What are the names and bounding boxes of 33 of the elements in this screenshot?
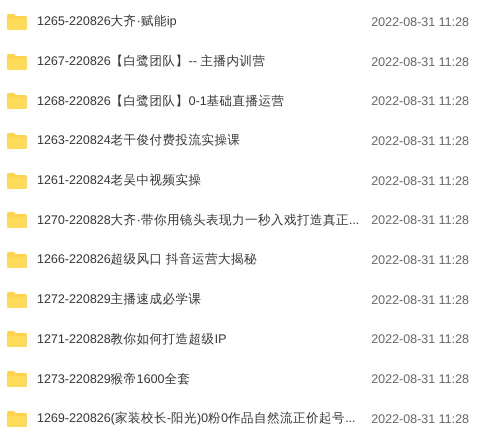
folder-icon [7, 14, 27, 30]
folder-icon [7, 172, 27, 189]
modified-date: 2022-08-31 11:28 [371, 292, 469, 307]
folder-icon [7, 54, 27, 70]
folder-icon [7, 292, 27, 308]
folder-name[interactable]: 1261-220824老吴中视频实操 [37, 172, 364, 190]
modified-date: 2022-08-31 11:28 [371, 213, 469, 228]
folder-icon [7, 212, 27, 228]
folder-icon [7, 252, 27, 268]
folder-name[interactable]: 1270-220828大齐·带你用镜头表现力一秒入戏打造真正... [37, 212, 364, 229]
modified-date: 2022-08-31 11:28 [371, 412, 469, 426]
modified-date: 2022-08-31 11:28 [371, 332, 469, 346]
modified-date: 2022-08-31 11:28 [371, 14, 469, 29]
folder-name[interactable]: 1268-220826【白鹭团队】0-1基础直播运营 [37, 92, 364, 110]
modified-date: 2022-08-31 11:28 [371, 174, 469, 188]
folder-icon [7, 331, 27, 348]
folder-name[interactable]: 1271-220828教你如何打造超级IP [37, 330, 364, 348]
folder-icon [7, 132, 27, 149]
modified-date: 2022-08-31 11:28 [371, 134, 469, 148]
modified-date: 2022-08-31 11:28 [371, 94, 469, 108]
folder-name[interactable]: 1266-220826超级风口 抖音运营大揭秘 [37, 251, 364, 268]
folder-icon [7, 410, 27, 427]
folder-icon [7, 371, 27, 388]
folder-name[interactable]: 1267-220826【白鹭团队】-- 主播内训营 [37, 53, 364, 70]
folder-name[interactable]: 1272-220829主播速成必学课 [37, 291, 364, 308]
modified-date: 2022-08-31 11:28 [371, 54, 469, 69]
modified-date: 2022-08-31 11:28 [371, 372, 469, 386]
folder-name[interactable]: 1269-220826(家装校长-阳光)0粉0作品自然流正价起号... [37, 410, 364, 428]
folder-icon [7, 93, 27, 110]
modified-date: 2022-08-31 11:28 [371, 252, 469, 267]
folder-name[interactable]: 1273-220829猴帝1600全套 [37, 370, 364, 388]
folder-name[interactable]: 1265-220826大齐·赋能ip [37, 13, 364, 30]
folder-name[interactable]: 1263-220824老干俊付费投流实操课 [37, 132, 364, 150]
